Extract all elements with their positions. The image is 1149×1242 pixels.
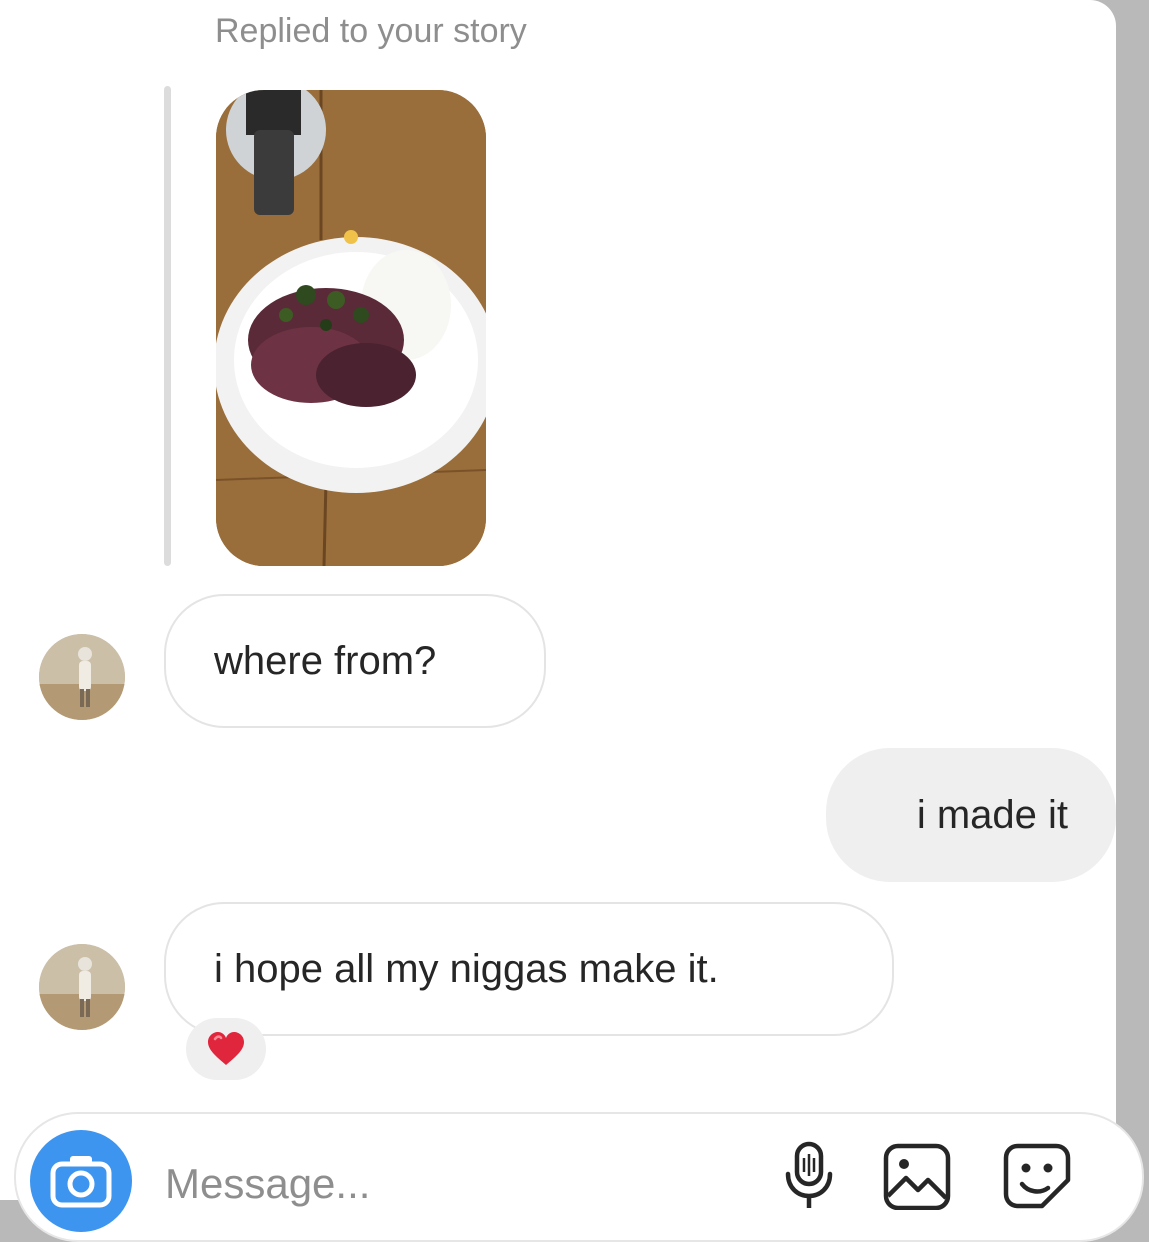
message-input[interactable] [165,1154,725,1214]
message-text: where from? [214,638,437,683]
food-plate-image [216,90,486,566]
sender-avatar[interactable] [39,944,125,1030]
story-reply-caption: Replied to your story [215,12,527,50]
story-thumbnail[interactable] [216,90,486,566]
reaction-badge[interactable] [186,1018,266,1080]
message-text: i hope all my niggas make it. [214,946,719,991]
person-standing-avatar-image [39,944,125,1030]
message-text: i made it [916,792,1068,837]
reply-indicator-bar [164,86,171,566]
outgoing-message-bubble[interactable]: i made it [826,748,1116,882]
sender-avatar[interactable] [39,634,125,720]
camera-button[interactable] [30,1130,132,1232]
person-standing-avatar-image [39,634,125,720]
incoming-message-bubble[interactable]: i hope all my niggas make it. [164,902,894,1036]
red-heart-icon [208,1032,244,1065]
chat-screen: Replied to your story where from? i made… [0,0,1116,1200]
incoming-message-bubble[interactable]: where from? [164,594,546,728]
